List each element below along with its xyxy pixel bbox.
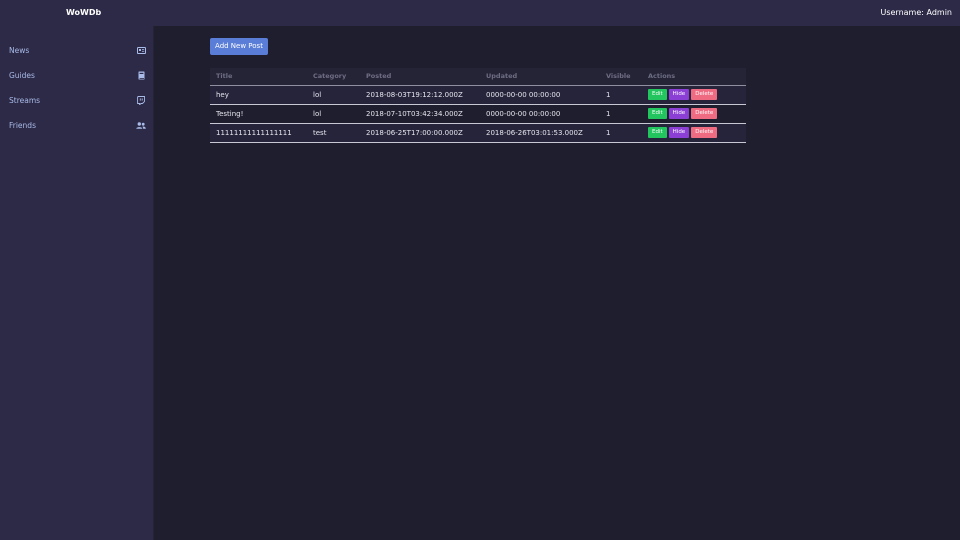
cell-title: 11111111111111111 bbox=[216, 128, 292, 137]
cell-title: hey bbox=[216, 90, 229, 99]
column-header-category[interactable]: Category bbox=[307, 68, 360, 85]
sidebar-item-label: Friends bbox=[9, 120, 36, 130]
cell-updated: 0000-00-00 00:00:00 bbox=[486, 109, 561, 118]
cell-visible: 1 bbox=[606, 109, 611, 118]
cell-actions: Edit Hide Delete bbox=[642, 104, 746, 123]
cell-visible: 1 bbox=[606, 128, 611, 137]
delete-button[interactable]: Delete bbox=[691, 89, 718, 100]
add-new-post-button[interactable]: Add New Post bbox=[210, 38, 268, 55]
sidebar-item-streams[interactable]: Streams bbox=[0, 89, 154, 111]
cell-category: test bbox=[313, 128, 327, 137]
cell-visible: 1 bbox=[606, 90, 611, 99]
cell-updated: 2018-06-26T03:01:53.000Z bbox=[486, 128, 583, 137]
edit-button[interactable]: Edit bbox=[648, 127, 667, 138]
app-brand[interactable]: WoWDb bbox=[66, 0, 101, 26]
cell-posted: 2018-08-03T19:12:12.000Z bbox=[366, 90, 463, 99]
cell-posted: 2018-06-25T17:00:00.000Z bbox=[366, 128, 463, 137]
cell-actions: Edit Hide Delete bbox=[642, 123, 746, 142]
delete-button[interactable]: Delete bbox=[691, 108, 718, 119]
sidebar-item-guides[interactable]: Guides bbox=[0, 64, 154, 86]
column-header-posted[interactable]: Posted bbox=[360, 68, 480, 85]
cell-category: lol bbox=[313, 90, 322, 99]
sidebar-item-friends[interactable]: Friends bbox=[0, 114, 154, 136]
column-header-actions: Actions bbox=[648, 72, 676, 81]
top-bar: WoWDb Username: Admin bbox=[0, 0, 960, 26]
sidebar: News Guides Streams Friends bbox=[0, 26, 154, 540]
cell-posted: 2018-07-10T03:42:34.000Z bbox=[366, 109, 463, 118]
table-row: hey lol 2018-08-03T19:12:12.000Z 0000-00… bbox=[210, 85, 746, 104]
username-label: Username: Admin bbox=[880, 8, 952, 17]
sidebar-item-news[interactable]: News bbox=[0, 39, 154, 61]
table-row: Testing! lol 2018-07-10T03:42:34.000Z 00… bbox=[210, 104, 746, 123]
hide-button[interactable]: Hide bbox=[668, 108, 690, 119]
posts-table: Title Category Posted Updated Visible Ac… bbox=[210, 68, 746, 143]
hide-button[interactable]: Hide bbox=[668, 127, 690, 138]
newspaper-icon bbox=[136, 45, 146, 55]
table-row: 11111111111111111 test 2018-06-25T17:00:… bbox=[210, 123, 746, 142]
twitch-icon bbox=[136, 95, 146, 105]
column-header-visible[interactable]: Visible bbox=[600, 68, 642, 85]
sidebar-item-label: News bbox=[9, 45, 30, 55]
cell-updated: 0000-00-00 00:00:00 bbox=[486, 90, 561, 99]
hide-button[interactable]: Hide bbox=[668, 89, 690, 100]
sidebar-item-label: Streams bbox=[9, 95, 41, 105]
cell-category: lol bbox=[313, 109, 322, 118]
table-header-row: Title Category Posted Updated Visible Ac… bbox=[210, 68, 746, 85]
column-header-updated[interactable]: Updated bbox=[480, 68, 600, 85]
column-header-title[interactable]: Title bbox=[210, 68, 307, 85]
users-icon bbox=[136, 120, 146, 130]
edit-button[interactable]: Edit bbox=[648, 108, 667, 119]
cell-title: Testing! bbox=[216, 109, 244, 118]
edit-button[interactable]: Edit bbox=[648, 89, 667, 100]
delete-button[interactable]: Delete bbox=[691, 127, 718, 138]
cell-actions: Edit Hide Delete bbox=[642, 85, 746, 104]
sidebar-item-label: Guides bbox=[9, 70, 35, 80]
book-icon bbox=[136, 70, 146, 80]
